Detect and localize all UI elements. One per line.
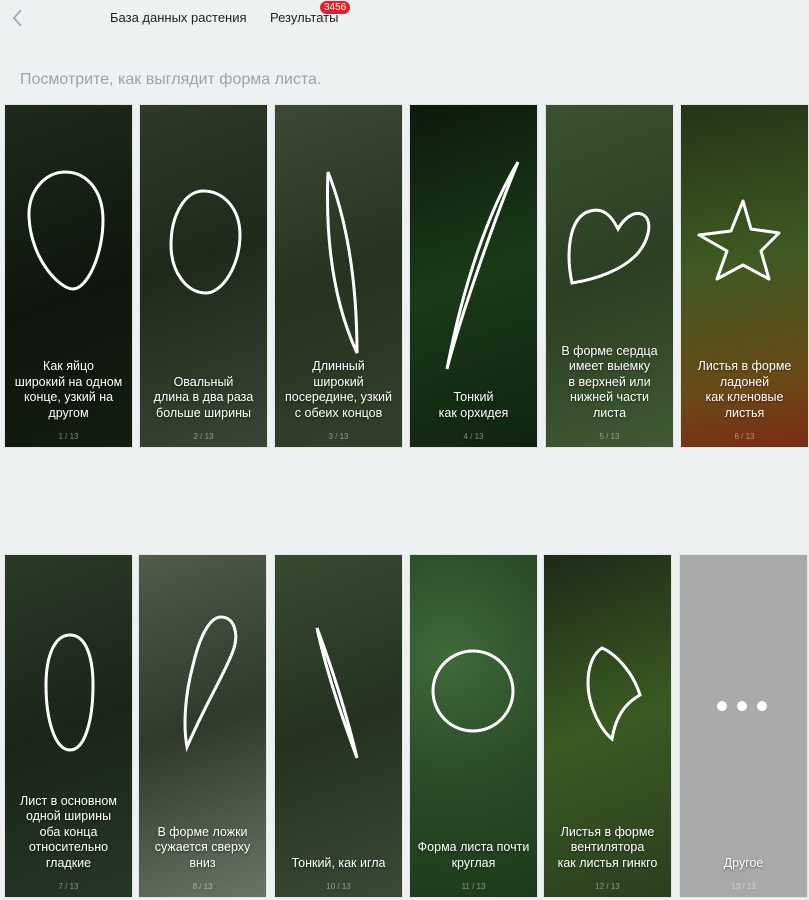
card-caption: Листья в форме ладоней как кленовые лист… <box>697 359 792 420</box>
results-count-badge: 3456 <box>320 1 351 14</box>
leaf-shape-card-lanceolate[interactable]: Длинный широкий посередине, узкий с обеи… <box>275 105 402 447</box>
card-caption: Форма листа почти круглая <box>417 840 530 870</box>
needle-leaf-outline-icon <box>315 627 359 759</box>
leaf-shape-card-spatulate[interactable]: В форме ложки сужается сверху вниз 8 / 1… <box>139 555 266 897</box>
leaf-shape-card-palmate[interactable]: Листья в форме ладоней как кленовые лист… <box>681 105 808 447</box>
card-caption: В форме сердца имеет выемку в верхней ил… <box>561 343 658 420</box>
back-chevron-icon[interactable] <box>7 7 29 29</box>
page-heading: Посмотрите, как выглядит форма листа. <box>20 71 322 88</box>
card-counter: 2 / 13 <box>193 432 214 441</box>
leaf-shape-card-flabellate[interactable]: Листья в форме вентилятора как листья ги… <box>544 555 671 897</box>
card-counter: 6 / 13 <box>734 432 755 441</box>
card-caption: Тонкий как орхидея <box>438 390 509 420</box>
leaf-shape-card-oblong[interactable]: Лист в основном одной ширины оба конца о… <box>5 555 132 897</box>
leaf-shape-card-orbicular[interactable]: Форма листа почти круглая 11 / 13 <box>410 555 537 897</box>
card-caption: Листья в форме вентилятора как листья ги… <box>557 824 658 870</box>
card-counter: 5 / 13 <box>599 432 620 441</box>
card-counter: 3 / 13 <box>328 432 349 441</box>
more-dots-icon <box>717 701 767 711</box>
leaf-shape-card-linear[interactable]: Тонкий как орхидея 4 / 13 <box>410 105 537 447</box>
card-counter: 10 / 13 <box>326 882 351 891</box>
card-caption: Как яйцо широкий на одном конце, узкий н… <box>14 359 123 420</box>
card-counter: 7 / 13 <box>58 882 79 891</box>
top-bar: База данных растения Результаты 3456 <box>0 0 809 40</box>
card-counter: 11 / 13 <box>461 882 486 891</box>
card-caption: Лист в основном одной ширины оба конца о… <box>20 793 117 870</box>
card-counter: 8 / 13 <box>192 882 213 891</box>
card-caption: Тонкий, как игла <box>291 855 386 870</box>
card-counter: 13 / 13 <box>731 882 756 891</box>
card-caption: Другое <box>723 855 764 870</box>
leaf-shape-card-cordate[interactable]: В форме сердца имеет выемку в верхней ил… <box>546 105 673 447</box>
card-counter: 12 / 13 <box>595 882 620 891</box>
tab-plant-database[interactable]: База данных растения <box>110 10 247 25</box>
card-counter: 4 / 13 <box>463 432 484 441</box>
card-counter: 1 / 13 <box>58 432 79 441</box>
card-caption: Длинный широкий посередине, узкий с обеи… <box>284 359 393 420</box>
leaf-shape-card-other[interactable]: Другое 13 / 13 <box>680 555 807 897</box>
leaf-shape-card-oval[interactable]: Овальный длина в два раза больше ширины … <box>140 105 267 447</box>
leaf-shape-card-ovate[interactable]: Как яйцо широкий на одном конце, узкий н… <box>5 105 132 447</box>
card-caption: Овальный длина в два раза больше ширины <box>153 374 254 420</box>
leaf-shape-card-acicular[interactable]: Тонкий, как игла 10 / 13 <box>275 555 402 897</box>
card-caption: В форме ложки сужается сверху вниз <box>154 824 251 870</box>
